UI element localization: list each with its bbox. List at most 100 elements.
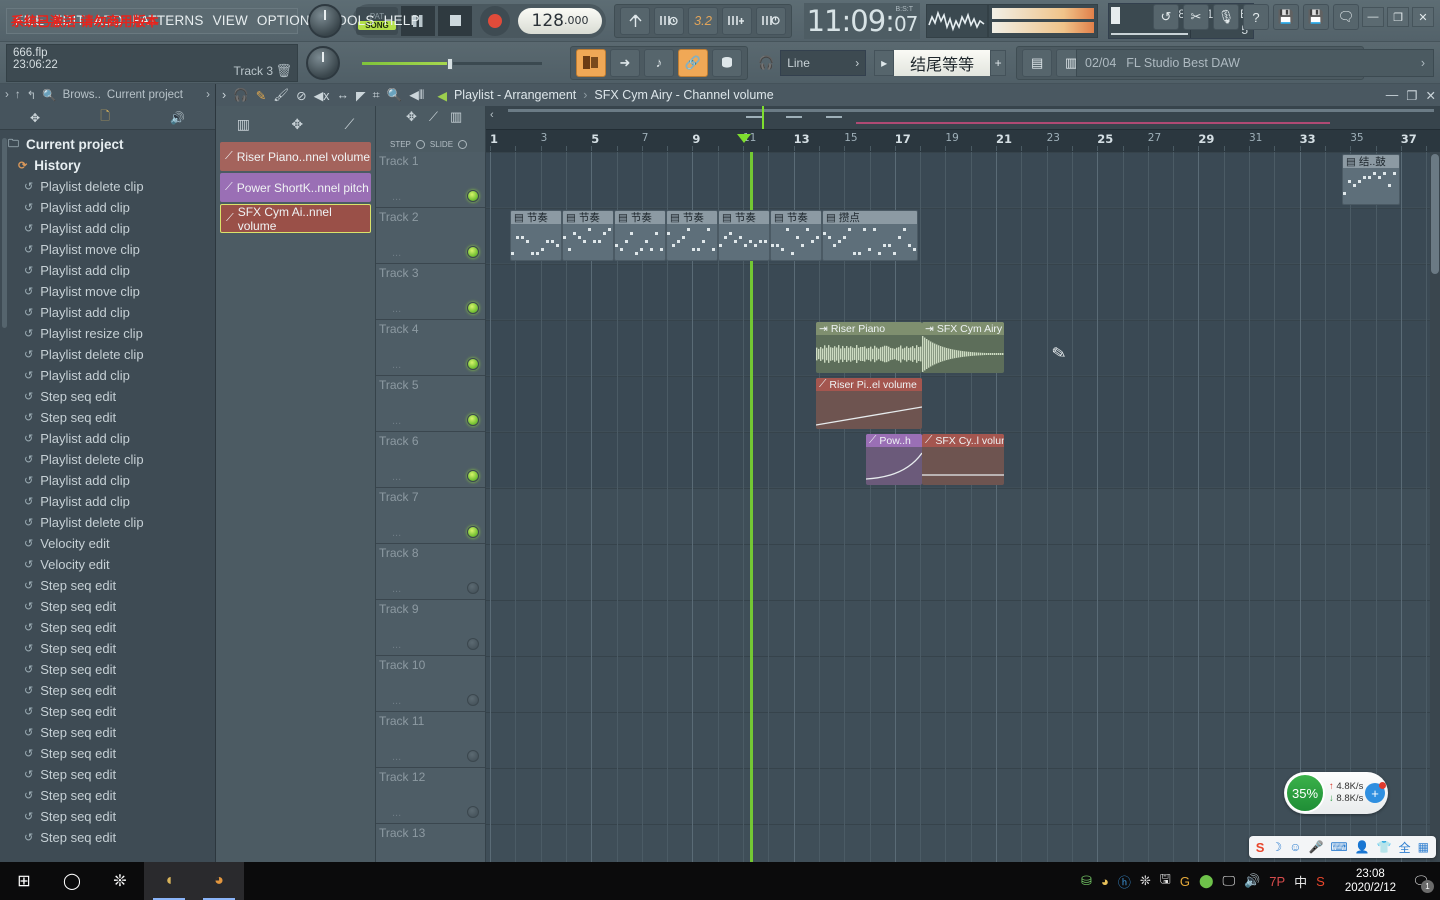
track-led-icon[interactable] <box>467 470 479 482</box>
display-icon[interactable]: 🖵 <box>1223 873 1236 889</box>
save-as-icon[interactable]: 💾 <box>1303 4 1329 30</box>
history-item[interactable]: ↺ Playlist add clip <box>0 491 215 512</box>
history-item[interactable]: ↺ Playlist delete clip <box>0 176 215 197</box>
add-button[interactable]: + <box>1365 783 1385 803</box>
usb-icon[interactable]: ⛁ <box>1081 873 1092 889</box>
hp-icon[interactable]: ⓗ <box>1118 872 1131 891</box>
chrome-icon[interactable]: G <box>1180 874 1190 889</box>
emoji-icon[interactable]: ☺ <box>1289 840 1301 854</box>
slider-handle[interactable] <box>447 58 453 70</box>
track-led-icon[interactable] <box>467 526 479 538</box>
trash-icon[interactable]: 🗑 <box>275 63 292 79</box>
sogou-logo-icon[interactable]: S <box>1256 840 1265 855</box>
history-item-list[interactable]: ↺ Playlist delete clip ↺ Playlist add clip ↺… <box>0 176 215 848</box>
track-led-icon[interactable] <box>467 694 479 706</box>
pencil-tool-icon[interactable]: ✎ <box>256 88 266 103</box>
playlist-clip[interactable]: ⟋ Riser Pi..el volume <box>816 378 922 429</box>
track-header-12[interactable]: Track 12... <box>376 768 485 824</box>
fullwidth-icon[interactable]: 全 <box>1399 839 1411 856</box>
audio-clip-icon[interactable]: ✥ <box>291 116 303 133</box>
playlist-clip[interactable]: ⇥ SFX Cym Airy <box>922 322 1004 373</box>
history-item[interactable]: ↺ Step seq edit <box>0 407 215 428</box>
clip-header[interactable]: ▤ 节奏 <box>667 211 717 224</box>
history-item[interactable]: ↺ Step seq edit <box>0 680 215 701</box>
clip-picker-item-0[interactable]: ⟋ Riser Piano..nnel volume <box>220 142 371 171</box>
menu-arrow-icon[interactable]: › <box>206 89 210 101</box>
history-item[interactable]: ↺ Playlist add clip <box>0 302 215 323</box>
history-item[interactable]: ↺ Playlist add clip <box>0 197 215 218</box>
history-item[interactable]: ↺ Step seq edit <box>0 764 215 785</box>
history-item[interactable]: ↺ Playlist add clip <box>0 260 215 281</box>
pattern-selector-icon[interactable] <box>620 7 650 35</box>
clip-header[interactable]: ▤ 结..鼓 <box>1343 155 1399 168</box>
pattern-clip-icon[interactable]: ▥ <box>450 109 462 125</box>
history-item[interactable]: ↺ Playlist resize clip <box>0 323 215 344</box>
playlist-clip[interactable]: ▤ 节奏 <box>770 210 822 261</box>
menu-item-help[interactable]: HELP <box>384 13 420 28</box>
nvidia-icon[interactable]: ❊ <box>1140 873 1151 889</box>
notification-center-icon[interactable]: 🗨 1 <box>1406 862 1436 900</box>
track-led-icon[interactable] <box>467 582 479 594</box>
comment-icon[interactable]: 🗨 <box>1333 4 1359 30</box>
automation-clip-icon[interactable]: ⟋ <box>344 116 354 133</box>
maximize-button[interactable]: ❐ <box>1387 7 1409 27</box>
resize-tool-icon[interactable]: ↔ <box>336 88 349 102</box>
history-item[interactable]: ↺ Playlist add clip <box>0 365 215 386</box>
step-toggle[interactable] <box>416 140 425 149</box>
playlist-maximize-icon[interactable]: ❐ <box>1406 88 1417 103</box>
ime-icon[interactable]: 中 <box>1294 872 1307 891</box>
history-item[interactable]: ↺ Playlist move clip <box>0 281 215 302</box>
clip-header[interactable]: ▤ 节奏 <box>615 211 665 224</box>
history-item[interactable]: ↺ Step seq edit <box>0 827 215 848</box>
back-arrow-icon[interactable]: ↰ <box>27 88 37 102</box>
piano-roll-icon[interactable]: 3.2 <box>688 7 718 35</box>
history-item[interactable]: ↺ Step seq edit <box>0 806 215 827</box>
track-header-8[interactable]: Track 8... <box>376 544 485 600</box>
history-item[interactable]: ↺ Playlist move clip <box>0 239 215 260</box>
timeline-ruler[interactable]: 1 3 5 7 9 11 13 15 17 19 21 23 25 27 29 31 33 35 37 <box>486 130 1440 151</box>
slice-tool-icon[interactable]: ◤ <box>356 88 366 103</box>
headphones-icon[interactable]: 🎧 <box>758 55 774 71</box>
clip-header[interactable]: ▤ 节奏 <box>511 211 561 224</box>
volume-icon[interactable]: 🔊 <box>1244 873 1260 889</box>
history-item[interactable]: ↺ Playlist add clip <box>0 218 215 239</box>
history-item[interactable]: ↺ Playlist delete clip <box>0 344 215 365</box>
playback-tool-icon[interactable]: ◀⦀ <box>409 87 424 103</box>
download-icon[interactable]: ⬤ <box>1199 873 1214 889</box>
pattern-prev-button[interactable]: ▸ <box>874 50 894 76</box>
network-monitor-widget[interactable]: 35% ↑ 4.8K/s ↓ 8.8K/s + <box>1284 772 1388 814</box>
track-header-13[interactable]: Track 13 <box>376 824 485 862</box>
taskbar-clock[interactable]: 23:08 2020/2/12 <box>1335 867 1406 895</box>
history-item[interactable]: ↺ Step seq edit <box>0 596 215 617</box>
search-icon[interactable]: 🔍 <box>42 88 56 102</box>
apps-grid-icon[interactable]: ▦ <box>1418 840 1429 854</box>
track-led-icon[interactable] <box>467 246 479 258</box>
browser-item-history[interactable]: ⟳ History <box>0 155 215 176</box>
chevron-right-icon[interactable]: › <box>222 88 226 102</box>
position-slider[interactable] <box>362 58 542 68</box>
tp-icon[interactable]: 7P <box>1269 874 1285 889</box>
save-icon[interactable]: 💾 <box>1273 4 1299 30</box>
headphones-icon[interactable]: 🎧 <box>233 88 249 103</box>
track-header-9[interactable]: Track 9... <box>376 600 485 656</box>
track-header-list[interactable]: Track 1... Track 2... Track 3... Track 4...… <box>376 152 486 862</box>
breadcrumb[interactable]: Current project <box>107 89 183 101</box>
cut-tool-icon[interactable]: ✂ <box>1183 4 1209 30</box>
playlist-close-icon[interactable]: ✕ <box>1426 88 1436 103</box>
track-led-icon[interactable] <box>467 638 479 650</box>
up-arrow-icon[interactable]: ↑ <box>15 89 21 101</box>
app-icon-1[interactable]: ◖ <box>144 862 194 900</box>
clip-header[interactable]: ⟋SFX Cy..l volume <box>922 434 1004 447</box>
shuttle-knob[interactable] <box>306 46 340 80</box>
history-item[interactable]: ↺ Step seq edit <box>0 386 215 407</box>
task-view-icon[interactable]: ❊ <box>96 862 144 900</box>
vertical-scrollbar[interactable] <box>1430 152 1440 862</box>
clip-header[interactable]: ▤ 攒点 <box>823 211 917 224</box>
tempo-field[interactable]: 128.000 <box>518 8 602 34</box>
record-button[interactable] <box>480 6 510 36</box>
history-item[interactable]: ↺ Playlist add clip <box>0 428 215 449</box>
clip-header[interactable]: ▤ 节奏 <box>719 211 769 224</box>
help-icon[interactable]: ? <box>1243 4 1269 30</box>
pattern-name-field[interactable]: 结尾等等 <box>894 50 990 76</box>
step-sequencer-icon[interactable] <box>654 7 684 35</box>
